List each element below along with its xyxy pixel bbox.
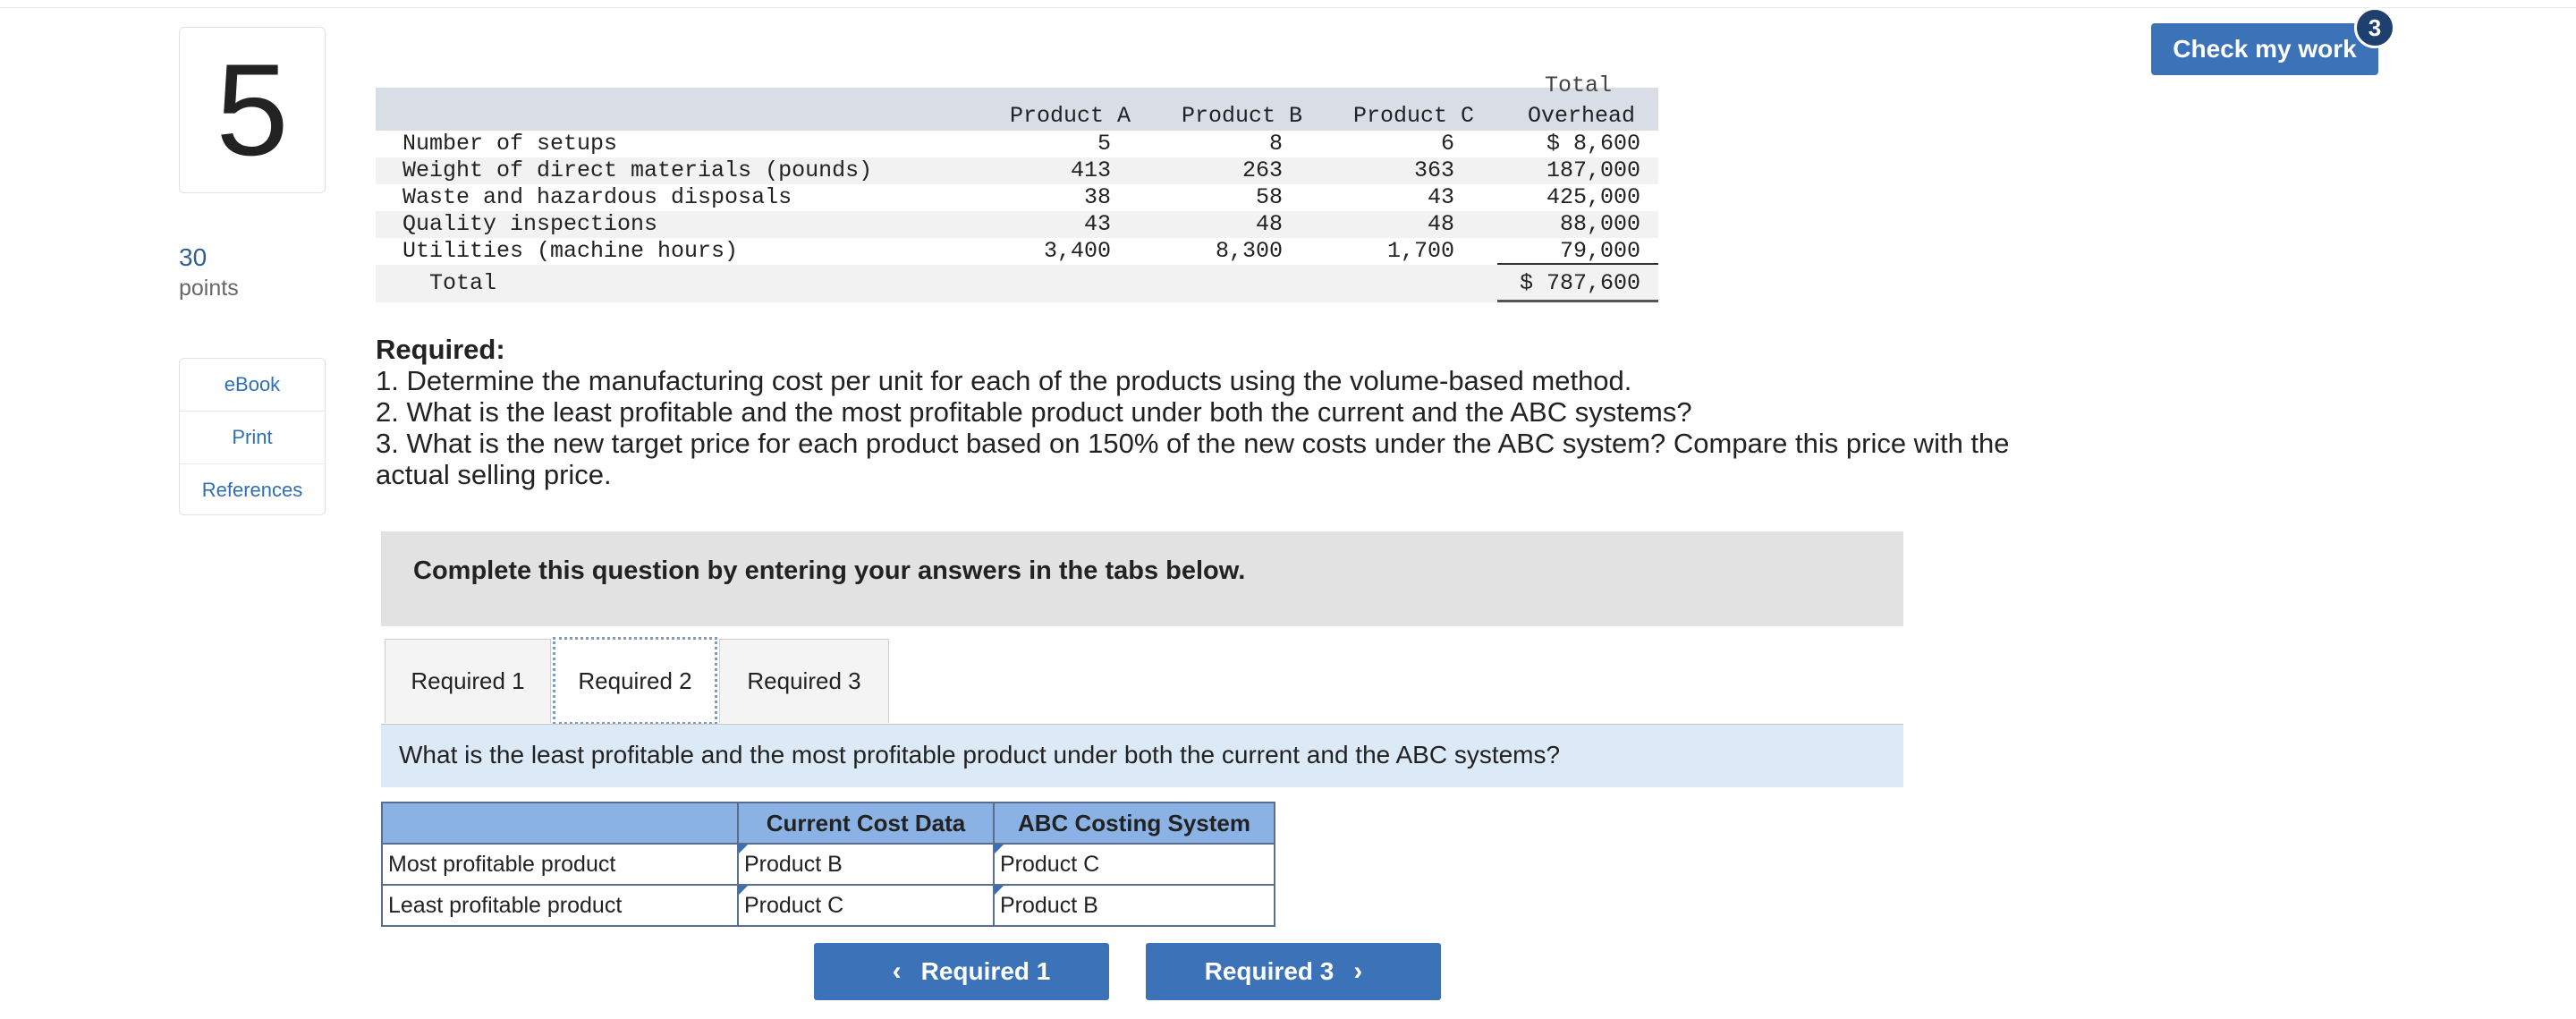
- total-label: Total: [429, 270, 497, 296]
- points-value: 30: [179, 243, 208, 271]
- cell-value: Product C: [744, 892, 844, 918]
- table-row: Least profitable product Product C Produ…: [381, 884, 1275, 927]
- table-row: Utilities (machine hours) 3,400 8,300 1,…: [376, 238, 1658, 265]
- cell-b: 8,300: [1215, 238, 1283, 264]
- table-header-row: Total Product A Product B Product C Over…: [376, 74, 1658, 131]
- least-profitable-current-select[interactable]: Product C: [737, 884, 995, 927]
- required-item-1: 1. Determine the manufacturing cost per …: [376, 365, 1632, 396]
- cell-total: $ 8,600: [1546, 131, 1640, 157]
- header-overhead: Overhead: [1527, 103, 1635, 129]
- cell-a: 5: [1097, 131, 1111, 157]
- instruction-text: Complete this question by entering your …: [413, 556, 1246, 585]
- dropdown-indicator-icon: [995, 845, 1004, 853]
- ebook-link[interactable]: eBook: [180, 359, 325, 412]
- dropdown-indicator-icon: [739, 886, 748, 895]
- check-my-work-button[interactable]: Check my work: [2151, 23, 2378, 75]
- cell-a: 43: [1083, 211, 1111, 237]
- header-total-top: Total: [1544, 72, 1612, 98]
- chevron-right-icon: ›: [1353, 956, 1363, 986]
- header-blank: [381, 802, 739, 845]
- cell-b: 8: [1268, 131, 1283, 157]
- total-underline: [1497, 300, 1658, 302]
- cell-total: 79,000: [1559, 238, 1640, 264]
- tab-question-bar: What is the least profitable and the mos…: [381, 725, 1903, 787]
- tab-question-text: What is the least profitable and the mos…: [399, 741, 1561, 768]
- prev-label: Required 1: [920, 957, 1051, 985]
- question-number-box: 5: [179, 27, 326, 193]
- cell-total: 88,000: [1559, 211, 1640, 237]
- cell-total: 425,000: [1546, 184, 1640, 210]
- header-product-c: Product C: [1352, 103, 1474, 129]
- header-current-cost: Current Cost Data: [737, 802, 995, 845]
- cell-c: 43: [1427, 184, 1454, 210]
- side-links-panel: eBook Print References: [179, 358, 326, 515]
- cell-c: 363: [1413, 157, 1454, 183]
- cell-b: 58: [1255, 184, 1283, 210]
- cell-total: 187,000: [1546, 157, 1640, 183]
- row-label: Utilities (machine hours): [402, 238, 739, 264]
- chevron-left-icon: ‹: [892, 956, 902, 986]
- answer-header-row: Current Cost Data ABC Costing System: [381, 802, 1275, 845]
- cell-a: 38: [1083, 184, 1111, 210]
- header-product-b: Product B: [1181, 103, 1302, 129]
- print-link[interactable]: Print: [180, 412, 325, 464]
- table-row: Number of setups 5 8 6 $ 8,600: [376, 131, 1658, 157]
- header-abc-costing: ABC Costing System: [993, 802, 1275, 845]
- most-profitable-current-select[interactable]: Product B: [737, 843, 995, 886]
- row-label: Weight of direct materials (pounds): [402, 157, 873, 183]
- answer-table: Current Cost Data ABC Costing System Mos…: [381, 802, 1275, 927]
- table-row: Most profitable product Product B Produc…: [381, 843, 1275, 886]
- next-required-button[interactable]: Required 3 ›: [1146, 943, 1441, 1000]
- cell-c: 48: [1427, 211, 1454, 237]
- cell-value: Product B: [744, 851, 843, 877]
- top-divider: [0, 0, 2576, 8]
- overhead-table: Total Product A Product B Product C Over…: [376, 74, 1658, 302]
- check-attempts-badge: 3: [2354, 7, 2395, 48]
- cell-c: 6: [1440, 131, 1454, 157]
- total-value: $ 787,600: [1519, 270, 1640, 296]
- least-profitable-abc-select[interactable]: Product B: [993, 884, 1275, 927]
- required-item-3: 3. What is the new target price for each…: [376, 428, 2010, 490]
- points-label: points: [179, 276, 239, 301]
- cell-a: 3,400: [1043, 238, 1111, 264]
- most-profitable-abc-select[interactable]: Product C: [993, 843, 1275, 886]
- instruction-box: Complete this question by entering your …: [381, 531, 1903, 626]
- cell-value: Product B: [1000, 892, 1098, 918]
- dropdown-indicator-icon: [739, 845, 748, 853]
- row-label: Quality inspections: [402, 211, 658, 237]
- dropdown-indicator-icon: [995, 886, 1004, 895]
- cell-a: 413: [1070, 157, 1111, 183]
- header-product-a: Product A: [1009, 103, 1131, 129]
- cell-c: 1,700: [1386, 238, 1454, 264]
- references-link[interactable]: References: [180, 464, 325, 516]
- table-row: Waste and hazardous disposals 38 58 43 4…: [376, 184, 1658, 211]
- row-label: Most profitable product: [381, 843, 739, 886]
- required-title: Required:: [376, 334, 505, 365]
- tab-required-3[interactable]: Required 3: [719, 639, 889, 723]
- tab-required-2[interactable]: Required 2: [553, 637, 717, 725]
- table-row: Weight of direct materials (pounds) 413 …: [376, 157, 1658, 184]
- cell-b: 48: [1255, 211, 1283, 237]
- row-label: Number of setups: [402, 131, 618, 157]
- prev-required-button[interactable]: ‹ Required 1: [814, 943, 1109, 1000]
- row-label: Least profitable product: [381, 884, 739, 927]
- required-item-2: 2. What is the least profitable and the …: [376, 396, 1692, 428]
- table-total-row: Total $ 787,600: [376, 265, 1658, 302]
- question-number: 5: [216, 37, 289, 183]
- table-row: Quality inspections 43 48 48 88,000: [376, 211, 1658, 238]
- required-section: Required: 1. Determine the manufacturing…: [376, 334, 2057, 490]
- cell-value: Product C: [1000, 851, 1100, 877]
- tab-required-1[interactable]: Required 1: [385, 639, 551, 723]
- next-label: Required 3: [1204, 957, 1335, 985]
- row-label: Waste and hazardous disposals: [402, 184, 792, 210]
- cell-b: 263: [1241, 157, 1283, 183]
